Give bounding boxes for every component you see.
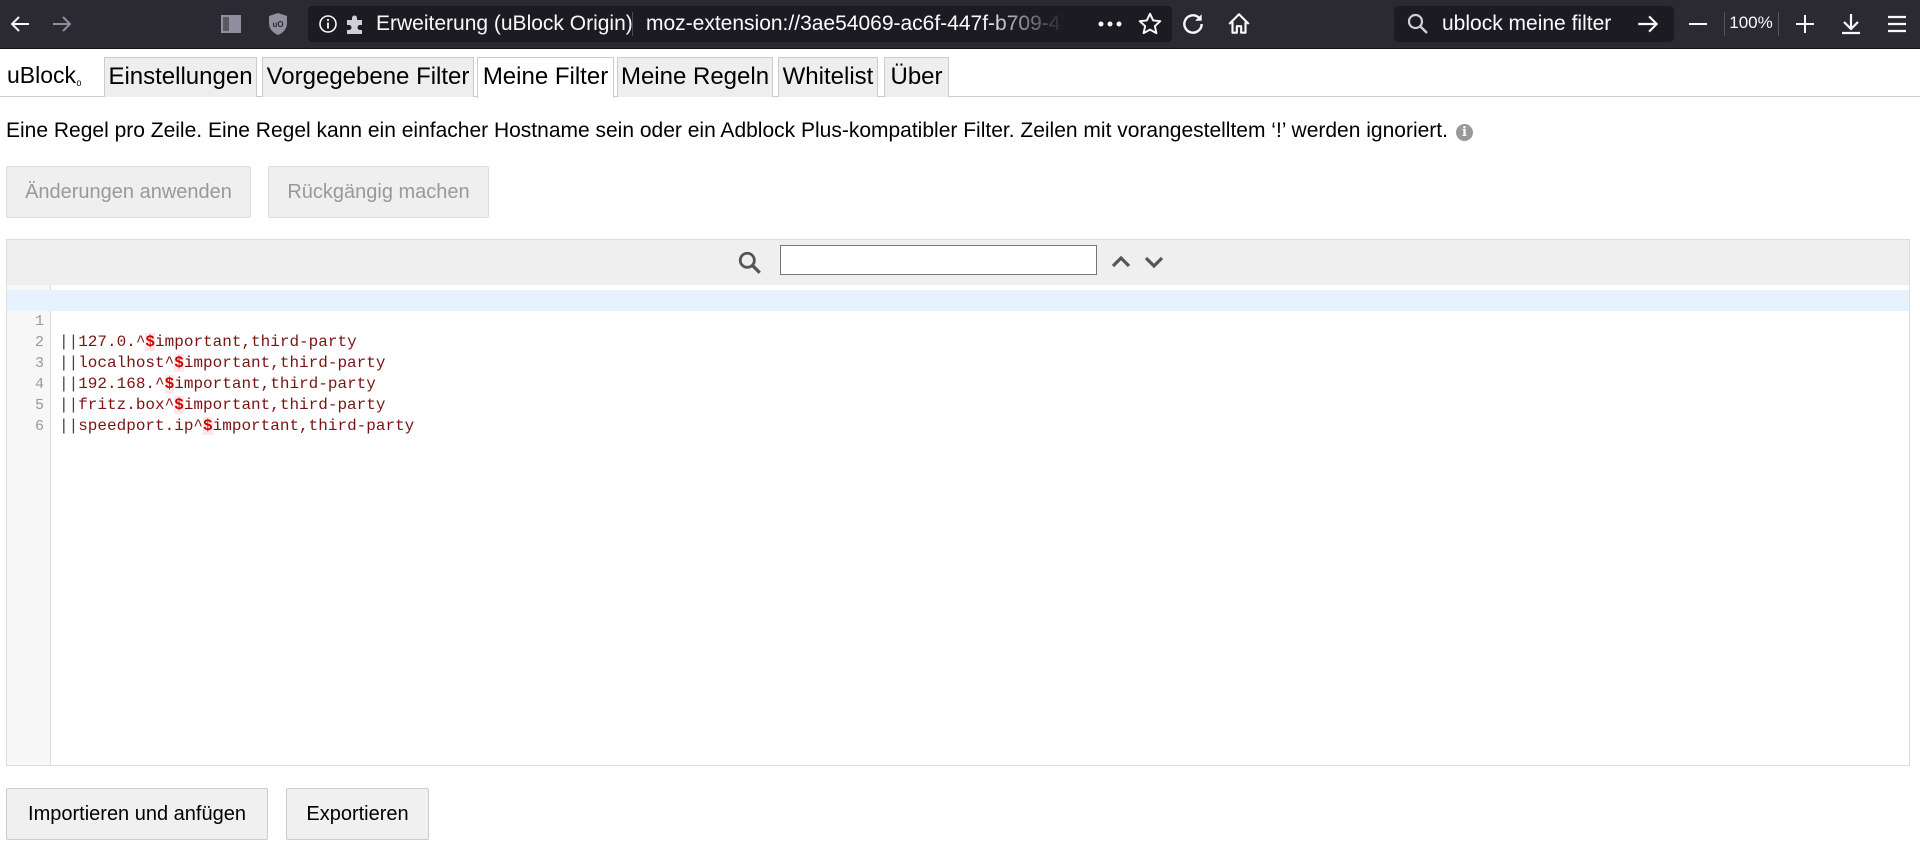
editor-line[interactable]: 2 ||localhost^$important,third-party bbox=[7, 311, 1909, 372]
more-horizontal-icon bbox=[1098, 21, 1122, 27]
line-code: ||speedport.ip^$important,third-party bbox=[59, 416, 414, 437]
tab-about[interactable]: Über bbox=[884, 57, 949, 97]
dashboard-tabs: uBlock₀ Einstellungen Vorgegebene Filter… bbox=[0, 57, 1920, 98]
find-input[interactable] bbox=[780, 245, 1097, 275]
menu-button[interactable] bbox=[1877, 4, 1917, 44]
find-previous-button[interactable] bbox=[1107, 248, 1135, 276]
zoom-out-button[interactable] bbox=[1678, 4, 1718, 44]
library-button[interactable] bbox=[211, 4, 251, 44]
tab-filter-lists[interactable]: Vorgegebene Filter bbox=[262, 57, 474, 97]
extension-label: Erweiterung (uBlock Origin) bbox=[376, 12, 633, 35]
info-icon bbox=[319, 15, 337, 33]
home-icon bbox=[1228, 13, 1250, 34]
url-separator bbox=[632, 12, 633, 36]
arrow-right-icon bbox=[53, 16, 72, 32]
arrow-right-icon bbox=[1638, 15, 1659, 33]
zoom-divider bbox=[1724, 12, 1725, 36]
ublock-shield-icon: uO bbox=[269, 13, 287, 35]
find-bar bbox=[7, 240, 1909, 285]
back-button[interactable] bbox=[0, 4, 40, 44]
apply-changes-button[interactable]: Änderungen anwenden bbox=[6, 166, 251, 218]
search-icon bbox=[738, 251, 761, 274]
search-go-button[interactable] bbox=[1628, 4, 1668, 44]
search-icon bbox=[1407, 13, 1428, 34]
download-icon bbox=[1842, 14, 1860, 35]
search-query[interactable]: ublock meine filter bbox=[1442, 6, 1611, 42]
editor-line[interactable]: 4 ||fritz.box^$important,third-party bbox=[7, 353, 1909, 414]
filter-editor[interactable]: 1 ||127.0.^$important,third-party 2 ||lo… bbox=[6, 239, 1910, 766]
tab-settings[interactable]: Einstellungen bbox=[104, 57, 257, 97]
url-bar[interactable]: Erweiterung (uBlock Origin) moz-extensio… bbox=[308, 6, 1172, 42]
editor-lines[interactable]: 1 ||127.0.^$important,third-party 2 ||lo… bbox=[7, 290, 1909, 435]
brand-name: uBlock bbox=[7, 62, 77, 88]
home-button[interactable] bbox=[1219, 4, 1259, 44]
plus-icon bbox=[1796, 15, 1814, 33]
editor-line[interactable]: 5 ||speedport.ip^$important,third-party bbox=[7, 374, 1909, 435]
revert-button[interactable]: Rückgängig machen bbox=[268, 166, 489, 218]
star-icon bbox=[1138, 12, 1162, 35]
tab-my-rules[interactable]: Meine Regeln bbox=[617, 57, 773, 97]
tab-whitelist[interactable]: Whitelist bbox=[778, 57, 878, 97]
downloads-button[interactable] bbox=[1831, 4, 1871, 44]
chevron-down-icon bbox=[1144, 256, 1164, 269]
ublock-toolbar-button[interactable]: uO bbox=[258, 4, 298, 44]
search-bar[interactable]: ublock meine filter bbox=[1394, 6, 1674, 42]
url-text[interactable]: moz-extension://3ae54069-ac6f-447f-b709-… bbox=[646, 6, 1066, 42]
minus-icon bbox=[1689, 23, 1707, 25]
brand-sub: ₀ bbox=[76, 72, 82, 88]
forward-button[interactable] bbox=[42, 4, 82, 44]
library-icon bbox=[221, 15, 241, 33]
info-icon[interactable]: i bbox=[1455, 124, 1473, 141]
page-actions-button[interactable] bbox=[1090, 4, 1130, 44]
import-append-button[interactable]: Importieren und anfügen bbox=[6, 788, 268, 840]
bookmark-button[interactable] bbox=[1130, 4, 1170, 44]
zoom-divider bbox=[1778, 12, 1779, 36]
line-number: 6 bbox=[34, 418, 44, 435]
code-dollar: $ bbox=[203, 417, 213, 435]
identity-box[interactable]: Erweiterung (uBlock Origin) bbox=[308, 6, 643, 42]
code-host: speedport.ip^ bbox=[78, 417, 204, 435]
zoom-in-button[interactable] bbox=[1785, 4, 1825, 44]
reload-button[interactable] bbox=[1173, 4, 1213, 44]
editor-line[interactable]: 6 bbox=[7, 395, 1909, 435]
chevron-up-icon bbox=[1111, 255, 1131, 268]
description-text: Eine Regel pro Zeile. Eine Regel kann ei… bbox=[6, 116, 1473, 146]
zoom-level[interactable]: 100% bbox=[1728, 0, 1774, 49]
description-label: Eine Regel pro Zeile. Eine Regel kann ei… bbox=[6, 119, 1448, 142]
puzzle-icon bbox=[347, 15, 362, 34]
arrow-left-icon bbox=[10, 16, 29, 32]
export-button[interactable]: Exportieren bbox=[286, 788, 429, 840]
tab-my-filters[interactable]: Meine Filter bbox=[477, 57, 614, 98]
code-options: important,third-party bbox=[212, 417, 415, 435]
svg-text:uO: uO bbox=[272, 20, 283, 29]
browser-toolbar: uO Erweiterung (uBlock Origin) moz-exten… bbox=[0, 0, 1920, 49]
editor-line[interactable]: 1 ||127.0.^$important,third-party bbox=[7, 290, 1909, 351]
editor-line[interactable]: 3 ||192.168.^$important,third-party bbox=[7, 332, 1909, 393]
hamburger-menu-icon bbox=[1888, 15, 1906, 33]
ublock-logo: uBlock₀ bbox=[7, 59, 82, 96]
find-next-button[interactable] bbox=[1140, 248, 1168, 276]
reload-icon bbox=[1183, 14, 1203, 34]
